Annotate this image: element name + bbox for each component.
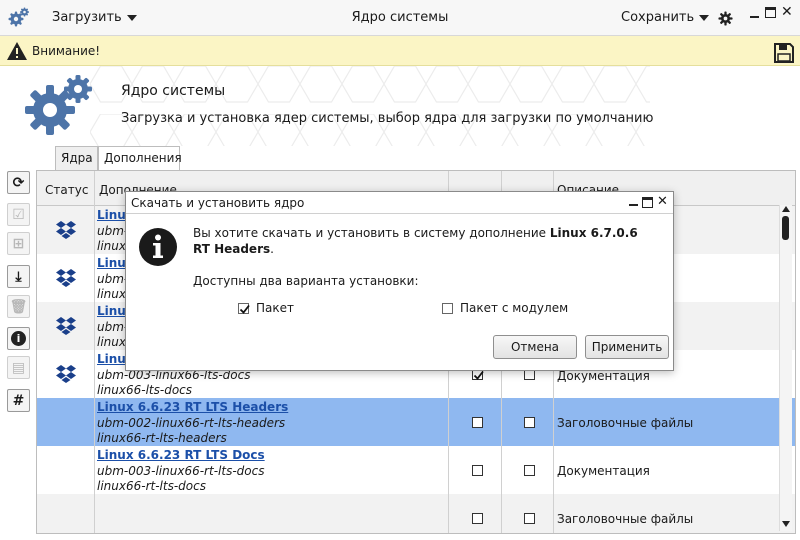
minimize-icon[interactable] <box>750 16 759 18</box>
kernel-gears-icon <box>24 74 94 141</box>
chevron-down-icon <box>699 14 710 21</box>
warning-bar: Внимание! <box>0 36 800 66</box>
dialog-minimize-icon[interactable] <box>629 204 638 206</box>
col-status[interactable]: Статус <box>45 183 88 197</box>
hexagon-pattern <box>90 66 650 146</box>
hash-button[interactable]: # <box>7 389 30 412</box>
table-scrollbar[interactable] <box>779 205 792 531</box>
dialog-message: Вы хотите скачать и установить в систему… <box>193 226 638 256</box>
scroll-down-icon[interactable] <box>782 521 790 527</box>
dialog-title: Скачать и установить ядро <box>131 196 305 210</box>
table-row-selected[interactable]: Linux 6.6.23 RT LTS Headers ubm-002-linu… <box>37 398 795 446</box>
option-package[interactable]: Пакет <box>238 301 294 315</box>
document-button[interactable]: ▤ <box>7 356 30 379</box>
module-checkbox[interactable] <box>524 465 535 476</box>
apply-button[interactable]: Применить <box>585 335 669 359</box>
cancel-button[interactable]: Отмена <box>493 335 577 359</box>
warning-text: Внимание! <box>32 44 101 58</box>
close-icon[interactable]: ✕ <box>781 4 793 20</box>
download-button[interactable]: ⤓ <box>7 265 30 288</box>
tab-addons[interactable]: Дополнения <box>98 146 182 171</box>
page-title: Ядро системы <box>121 83 226 99</box>
info-button[interactable]: i <box>7 327 30 350</box>
option-package-checkbox[interactable] <box>238 302 250 314</box>
window-titlebar: Загрузить Ядро системы Сохранить ✕ <box>0 0 800 36</box>
save-disk-icon[interactable] <box>773 42 795 67</box>
package-plus-icon: ⊞ <box>12 235 25 252</box>
remove-button[interactable]: 🗑 <box>7 295 30 318</box>
options-label: Доступны два варианта установки: <box>193 274 419 288</box>
dialog-close-icon[interactable]: ✕ <box>657 194 668 209</box>
module-checkbox[interactable] <box>524 513 535 524</box>
hash-icon: # <box>12 392 25 409</box>
scroll-up-icon[interactable] <box>782 206 790 212</box>
install-package-button[interactable]: ⊞ <box>7 232 30 255</box>
info-icon: i <box>11 331 26 346</box>
scroll-thumb[interactable] <box>782 216 789 240</box>
check-button[interactable]: ☑ <box>7 203 30 226</box>
info-icon <box>138 227 178 270</box>
trash-icon: 🗑 <box>9 298 28 315</box>
download-icon: ⤓ <box>15 268 22 285</box>
warning-icon <box>6 41 28 64</box>
refresh-button[interactable]: ⟳ <box>7 171 30 194</box>
option-package-with-module[interactable]: Пакет с модулем <box>442 301 568 315</box>
save-menu-button[interactable]: Сохранить <box>621 10 710 25</box>
page-subtitle: Загрузка и установка ядер системы, выбор… <box>121 111 654 126</box>
dropbox-icon <box>55 316 77 339</box>
package-checkbox[interactable] <box>472 513 483 524</box>
dialog-maximize-icon[interactable] <box>642 197 653 208</box>
column-divider <box>94 171 95 533</box>
refresh-icon: ⟳ <box>12 174 25 191</box>
package-checkbox[interactable] <box>472 417 483 428</box>
table-row[interactable]: Linux 6.6.23 RT LTS Docs ubm-003-linux66… <box>37 446 795 494</box>
maximize-icon[interactable] <box>765 7 776 18</box>
option-module-checkbox[interactable] <box>442 302 453 314</box>
settings-gear-icon[interactable] <box>718 11 733 29</box>
module-checkbox[interactable] <box>524 417 535 428</box>
dropbox-icon <box>55 220 77 243</box>
tab-kernels[interactable]: Ядра <box>55 146 98 170</box>
dropbox-icon <box>55 268 77 291</box>
dropbox-icon <box>55 364 77 387</box>
document-icon: ▤ <box>11 359 26 376</box>
table-row[interactable]: Заголовочные файлы <box>37 494 795 533</box>
checkbox-check-icon: ☑ <box>12 206 25 223</box>
dialog-titlebar: Скачать и установить ядро ✕ <box>126 192 673 214</box>
download-install-dialog: Скачать и установить ядро ✕ Вы хотите ск… <box>125 191 674 371</box>
package-checkbox[interactable] <box>472 465 483 476</box>
